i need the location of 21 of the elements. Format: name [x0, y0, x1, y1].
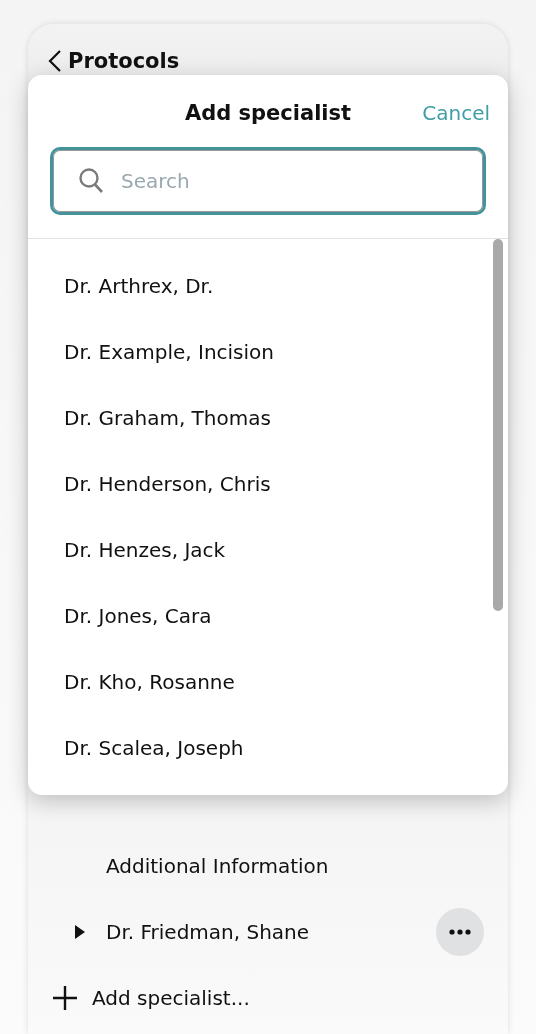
- scrollbar-thumb[interactable]: [493, 239, 503, 611]
- specialist-option[interactable]: Dr. Graham, Thomas: [64, 406, 271, 430]
- specialist-option[interactable]: Dr. Henderson, Chris: [64, 472, 271, 496]
- back-button[interactable]: Protocols: [48, 49, 180, 73]
- specialist-option[interactable]: Dr. Example, Incision: [64, 340, 274, 364]
- add-specialist-button[interactable]: Add specialist...: [28, 965, 508, 1031]
- plus-icon: [52, 985, 78, 1011]
- caret-right-icon[interactable]: [74, 924, 86, 940]
- specialist-option[interactable]: Dr. Arthrex, Dr.: [64, 274, 214, 298]
- more-icon: [449, 929, 471, 935]
- specialist-option[interactable]: Dr. Kho, Rosanne: [64, 670, 235, 694]
- specialist-option[interactable]: Dr. Scalea, Joseph: [64, 736, 244, 760]
- list-item[interactable]: Additional Information: [106, 854, 329, 878]
- specialist-option[interactable]: Dr. Jones, Cara: [64, 604, 212, 628]
- specialist-option[interactable]: Dr. Henzes, Jack: [64, 538, 226, 562]
- chevron-left-icon: [48, 49, 62, 73]
- sheet-title: Add specialist: [184, 101, 352, 125]
- more-button[interactable]: [436, 908, 484, 956]
- list-item[interactable]: Dr. Friedman, Shane: [106, 920, 310, 944]
- search-field[interactable]: Search: [50, 147, 486, 215]
- search-icon: [78, 167, 104, 195]
